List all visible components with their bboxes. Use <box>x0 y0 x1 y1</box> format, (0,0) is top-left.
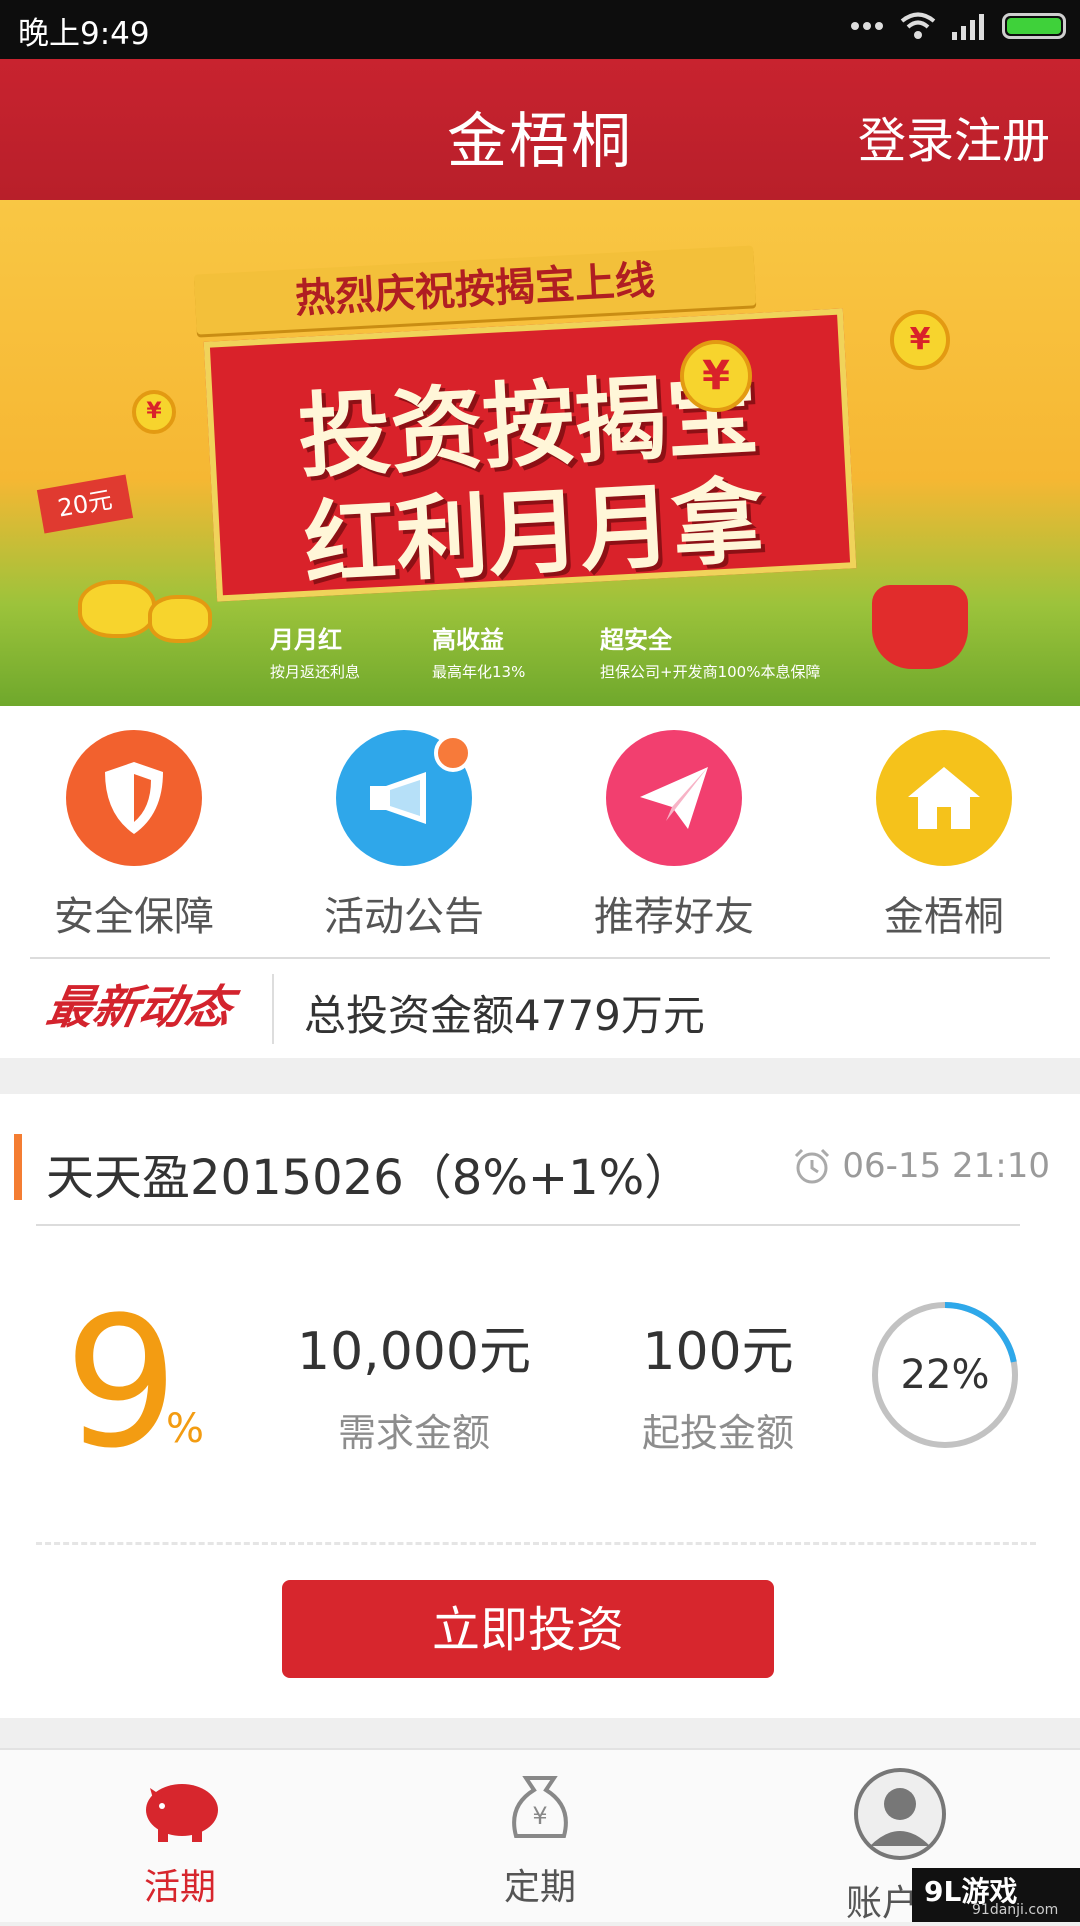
watermark-logo: 9L游戏 91danji.com <box>912 1868 1080 1922</box>
tab-fixed[interactable]: ¥ 定期 <box>440 1766 640 1910</box>
house-icon <box>876 730 1012 866</box>
wifi-icon <box>900 12 936 39</box>
status-bar: 晚上9:49 <box>0 0 1080 59</box>
news-text: 总投资金额4779万元 <box>304 991 705 1040</box>
annual-rate: 9 <box>64 1279 179 1488</box>
shortcut-home[interactable]: 金梧桐 <box>854 730 1034 942</box>
app-header: 金梧桐 登录注册 <box>0 59 1080 200</box>
invest-now-button[interactable]: 立即投资 <box>282 1580 774 1678</box>
alarm-clock-icon <box>795 1148 830 1184</box>
user-avatar-icon <box>854 1768 946 1860</box>
yen-coin-icon: ¥ <box>132 390 176 434</box>
piggy-bank-icon <box>146 1784 218 1842</box>
more-dots-icon <box>851 22 883 30</box>
banner-feature: 高收益 最高年化13% <box>432 626 526 681</box>
status-time: 晚上9:49 <box>18 16 150 52</box>
bottom-tab-bar: 活期 ¥ 定期 账户管 9L游戏 91danji.com <box>0 1748 1080 1924</box>
shortcut-announcements[interactable]: 活动公告 <box>314 730 494 942</box>
shortcut-security[interactable]: 安全保障 <box>44 730 224 942</box>
product-card[interactable]: 天天盈2015026（8%+1%） 06-15 21:10 9 % 10,000… <box>0 1094 1080 1718</box>
shortcut-label: 安全保障 <box>54 894 214 940</box>
divider <box>30 957 1050 959</box>
banner-feature: 超安全 担保公司+开发商100%本息保障 <box>600 626 821 681</box>
battery-icon <box>1002 13 1066 39</box>
shortcut-label: 活动公告 <box>324 894 484 940</box>
shortcut-panel: 安全保障 活动公告 推荐好友 金梧桐 最新动态 总投资金额4779万元 <box>0 706 1080 1058</box>
shortcut-label: 金梧桐 <box>884 894 1004 940</box>
required-amount: 10,000元 <box>297 1322 531 1382</box>
shield-icon <box>66 730 202 866</box>
money-bag-icon: ¥ <box>512 1776 568 1838</box>
min-amount-stat: 100元 起投金额 <box>588 1309 848 1457</box>
tab-label: 定期 <box>503 1867 576 1908</box>
red-bag-icon <box>872 585 968 669</box>
banner-tag: 20元 <box>36 474 134 534</box>
min-label: 起投金额 <box>641 1411 794 1455</box>
coin-stack-icon <box>78 580 156 638</box>
status-icons <box>850 12 1066 40</box>
paper-plane-icon <box>606 730 742 866</box>
yen-coin-icon: ¥ <box>680 340 752 412</box>
yen-coin-icon: ¥ <box>890 310 950 370</box>
shortcut-label: 推荐好友 <box>594 894 754 940</box>
notification-dot <box>434 734 472 772</box>
min-amount: 100元 <box>642 1322 794 1382</box>
divider <box>272 974 274 1044</box>
tab-label: 活期 <box>143 1867 216 1908</box>
banner-feature: 月月红 按月返还利息 <box>270 626 361 681</box>
divider <box>36 1224 1020 1226</box>
coin-stack-icon <box>148 595 212 643</box>
svg-text:¥: ¥ <box>532 1802 547 1830</box>
dashed-divider <box>36 1542 1036 1545</box>
banner-headline-box: 投资按揭宝 红利月月拿 <box>203 308 857 602</box>
product-time: 06-15 21:10 <box>792 1146 1050 1186</box>
title-accent <box>14 1134 22 1200</box>
shortcut-refer-friends[interactable]: 推荐好友 <box>584 730 764 942</box>
megaphone-icon <box>336 730 472 866</box>
rate-unit: % <box>166 1406 205 1452</box>
signal-icon <box>952 14 984 40</box>
login-register-button[interactable]: 登录注册 <box>858 101 1050 171</box>
required-amount-stat: 10,000元 需求金额 <box>284 1309 544 1457</box>
promo-banner[interactable]: 热烈庆祝按揭宝上线 投资按揭宝 红利月月拿 ¥ ¥ ¥ 20元 月月红 按月返还… <box>0 200 1080 706</box>
required-label: 需求金额 <box>337 1411 490 1455</box>
product-title: 天天盈2015026（8%+1%） <box>46 1150 693 1206</box>
tab-current[interactable]: 活期 <box>80 1766 280 1910</box>
news-badge: 最新动态 <box>42 980 237 1034</box>
progress-ring: 22% <box>870 1300 1020 1450</box>
progress-text: 22% <box>900 1352 990 1398</box>
